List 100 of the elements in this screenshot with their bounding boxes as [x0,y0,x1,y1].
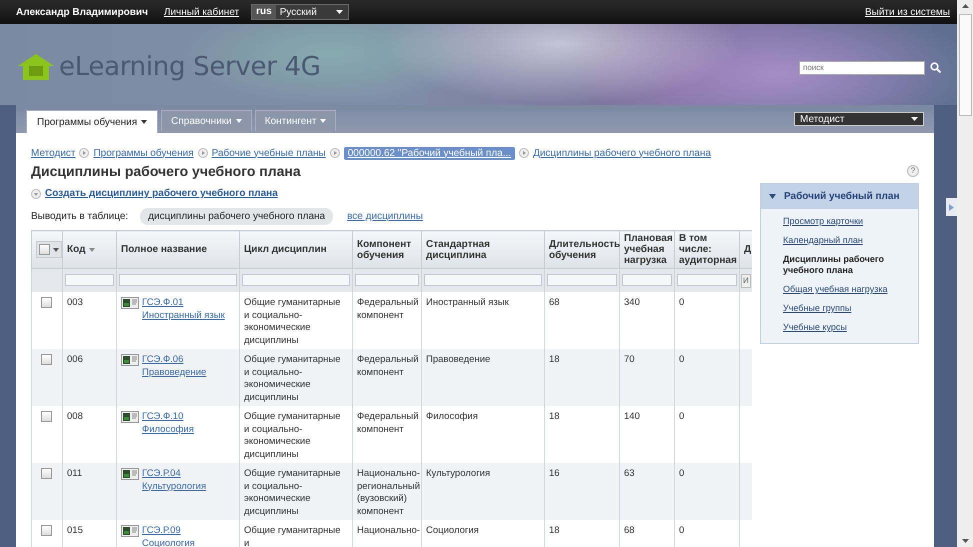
standard-cell: Культурология [426,468,490,479]
scroll-down-icon[interactable] [962,539,968,543]
component-cell: Национально- [357,525,420,536]
component-cell: Федеральный компонент [357,354,419,378]
breadcrumb-link[interactable]: Дисциплины рабочего учебного плана [533,148,711,158]
user-name: Александр Владимирович [16,6,148,18]
standard-cell: Правоведение [426,354,490,365]
row-checkbox[interactable] [40,354,52,365]
sidebar-header[interactable]: Рабочий учебный план [761,184,918,209]
column-header[interactable]: Стандартная дисциплина [422,230,544,268]
code-cell: 006 [67,354,83,365]
column-header[interactable]: Компонент обучения [352,230,422,268]
discipline-link[interactable]: ГСЭ.Ф.01 Иностранный язык [142,297,235,322]
filter-field[interactable] [677,274,737,286]
page-title: Дисциплины рабочего учебного плана [31,163,301,179]
column-header[interactable]: Длительность обучения [544,230,620,268]
scroll-up-icon[interactable] [962,4,968,8]
column-header[interactable]: Полное название [116,230,240,268]
cycle-cell: Общие гуманитарные и [244,525,341,547]
discipline-icon [121,468,139,480]
column-header[interactable]: Д [740,230,752,268]
breadcrumb-link[interactable]: Программы обучения [93,148,194,158]
classroom-cell: 0 [679,354,684,365]
filter-field[interactable] [622,274,672,286]
cabinet-link[interactable]: Личный кабинет [164,6,240,18]
breadcrumb-link[interactable]: Рабочие учебные планы [212,148,326,158]
filter-field[interactable] [547,274,617,286]
cycle-cell: Общие гуманитарные и социально-экономические дисциплины [244,354,341,402]
column-header[interactable]: Плановая учебная нагрузка [620,230,674,268]
logout-link[interactable]: Выйти из системы [864,6,950,18]
component-cell: Национально-региональный (вузовский) компонент [357,468,420,516]
duration-cell: 18 [549,411,560,422]
checkbox[interactable] [39,244,50,255]
duration-cell: 18 [549,354,560,365]
filter-field[interactable] [65,274,114,286]
nav-tab[interactable]: Программы обучения [26,110,158,133]
discipline-link[interactable]: ГСЭ.Ф.10 Философия [142,411,235,436]
caret-icon [236,119,242,123]
sidebar-item[interactable]: Учебные группы [783,303,896,314]
search-field[interactable]: поиск [799,60,925,74]
row-checkbox[interactable] [40,525,52,536]
classroom-cell: 0 [679,468,684,479]
house-icon [17,52,55,80]
component-cell: Федеральный компонент [357,411,419,434]
discipline-icon [121,297,139,309]
standard-cell: Философия [426,411,478,422]
filter-field[interactable] [242,274,350,286]
row-checkbox[interactable] [40,411,52,422]
sidebar-item[interactable]: Календарный план [783,235,896,246]
language-select[interactable]: rus Русский [251,4,350,20]
filter-button[interactable]: И [741,274,751,288]
standard-cell: Социология [426,525,479,536]
row-checkbox[interactable] [40,297,52,308]
create-link[interactable]: Создать дисциплину рабочего учебного плана [45,188,278,199]
code-cell: 011 [67,468,82,479]
caret-icon[interactable] [53,248,59,252]
cycle-cell: Общие гуманитарные и социально-экономические дисциплины [244,468,341,516]
filter-option[interactable]: все дисциплины [343,209,427,224]
standard-cell: Иностранный язык [426,297,509,308]
sidebar-item[interactable]: Дисциплины рабочего учебного плана [783,254,896,276]
search-icon[interactable] [930,62,941,73]
cycle-cell: Общие гуманитарные и социально-экономические дисциплины [244,297,341,346]
code-cell: 003 [67,297,83,308]
panel-toggle[interactable] [946,198,957,216]
sidebar-item[interactable]: Учебные курсы [783,322,896,333]
help-button[interactable]: ? [907,165,919,177]
code-cell: 015 [67,525,83,536]
scrollbar[interactable] [957,0,973,547]
column-header[interactable]: В том числе: аудиторная [674,230,740,268]
column-header[interactable]: Цикл дисциплин [240,230,352,268]
filter-field[interactable] [424,274,542,286]
filter-field[interactable] [355,274,419,286]
caret-icon [141,120,148,124]
classroom-cell: 0 [679,525,684,536]
load-cell: 68 [624,525,635,536]
filter-option[interactable]: дисциплины рабочего учебного плана [140,208,334,225]
discipline-icon [121,525,139,537]
load-cell: 63 [624,468,635,479]
scroll-thumb[interactable] [958,14,972,116]
sidebar-item[interactable]: Общая учебная нагрузка [783,284,896,295]
load-cell: 70 [624,354,635,365]
column-header[interactable]: Код [62,230,116,268]
arrow-icon [949,204,954,210]
load-cell: 340 [624,297,640,308]
caret-icon [911,117,918,121]
row-checkbox[interactable] [40,468,52,479]
code-cell: 008 [67,411,83,422]
breadcrumb-link[interactable]: Методист [31,148,76,158]
sort-icon [89,248,96,252]
filter-field[interactable] [119,274,237,286]
sidebar-item[interactable]: Просмотр карточки [783,216,896,227]
classroom-cell: 0 [679,411,684,422]
role-select[interactable]: Методист [794,112,924,126]
caret-icon [320,119,326,123]
select-all-control[interactable] [32,230,62,268]
caret-icon [769,194,776,199]
classroom-cell: 0 [679,297,684,308]
filter-label: Выводить в таблице: [31,211,128,222]
caret-icon [336,10,344,14]
expand-icon [31,188,41,198]
